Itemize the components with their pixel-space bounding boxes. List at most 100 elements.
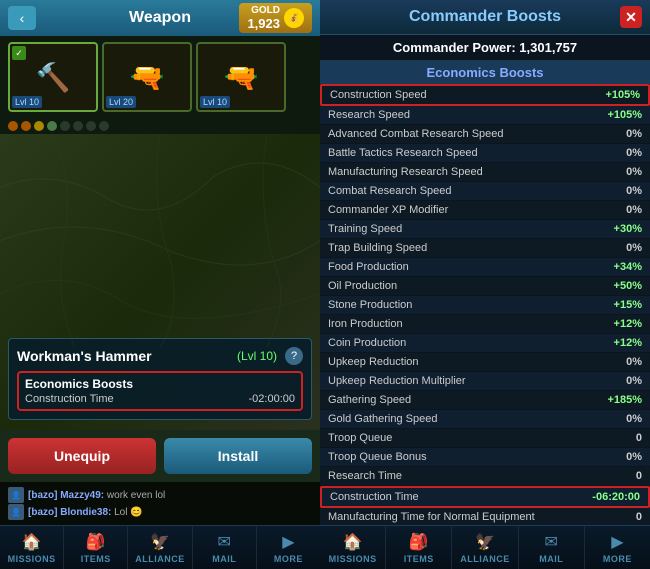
- dot-3: [34, 121, 44, 131]
- right-nav-more[interactable]: ▶ MORE: [585, 526, 650, 569]
- economics-rows-container: Construction Speed +105% Research Speed …: [320, 84, 650, 525]
- boost-value-econ-9: +34%: [614, 261, 642, 273]
- boost-name-econ-22: Manufacturing Time for Normal Equipment: [328, 511, 535, 523]
- help-button[interactable]: ?: [285, 347, 303, 365]
- boost-value-econ-21: -06:20:00: [592, 491, 640, 503]
- right-bottom-nav: 🏠 MISSIONS 🎒 ITEMS 🦅 ALLIANCE ✉ MAIL ▶ M…: [320, 525, 650, 569]
- right-items-label: ITEMS: [404, 554, 434, 564]
- boost-name-econ-7: Training Speed: [328, 223, 402, 235]
- right-nav-mail[interactable]: ✉ MAIL: [519, 526, 585, 569]
- chat-text-1: [bazo] Mazzy49: work even lol: [28, 490, 165, 501]
- construction-value: -02:00:00: [249, 393, 295, 405]
- chat-message-1: 👤 [bazo] Mazzy49: work even lol: [8, 487, 312, 503]
- right-missions-label: MISSIONS: [329, 554, 377, 564]
- mail-label: MAIL: [212, 554, 236, 564]
- boost-name-econ-20: Research Time: [328, 470, 402, 482]
- more-label: MORE: [274, 554, 303, 564]
- weapon-slot-3[interactable]: 🔫 Lvl 10: [196, 42, 286, 112]
- construction-label: Construction Time: [25, 393, 114, 405]
- unequip-button[interactable]: Unequip: [8, 438, 156, 474]
- nav-missions[interactable]: 🏠 MISSIONS: [0, 526, 64, 569]
- boost-name-econ-3: Battle Tactics Research Speed: [328, 147, 478, 159]
- economics-boost-row-18: Troop Queue 0: [320, 429, 650, 448]
- weapon-image-2: 🔫: [130, 61, 165, 94]
- boost-value-econ-15: 0%: [626, 375, 642, 387]
- items-label: ITEMS: [81, 554, 111, 564]
- dot-2: [21, 121, 31, 131]
- items-icon: 🎒: [86, 532, 106, 552]
- dots-row: [0, 118, 320, 134]
- right-panel: Commander Boosts ✕ Commander Power: 1,30…: [320, 0, 650, 569]
- missions-icon: 🏠: [22, 532, 42, 552]
- economics-boost-row-22: Manufacturing Time for Normal Equipment …: [320, 508, 650, 525]
- nav-alliance[interactable]: 🦅 ALLIANCE: [128, 526, 192, 569]
- economics-boost-row-20: Research Time 0: [320, 467, 650, 486]
- economics-boost-row-0: Construction Speed +105%: [320, 84, 650, 106]
- boost-name-econ-4: Manufacturing Research Speed: [328, 166, 483, 178]
- alliance-label: ALLIANCE: [135, 554, 185, 564]
- right-mail-icon: ✉: [545, 532, 558, 552]
- alliance-icon: 🦅: [150, 532, 170, 552]
- right-nav-missions[interactable]: 🏠 MISSIONS: [320, 526, 386, 569]
- boost-value-econ-20: 0: [636, 470, 642, 482]
- economics-boost-row-12: Iron Production +12%: [320, 315, 650, 334]
- weapon-level-1: Lvl 10: [12, 96, 42, 108]
- boost-value-econ-18: 0: [636, 432, 642, 444]
- nav-mail[interactable]: ✉ MAIL: [193, 526, 257, 569]
- economics-boost-row-17: Gold Gathering Speed 0%: [320, 410, 650, 429]
- boost-name-econ-8: Trap Building Speed: [328, 242, 427, 254]
- boost-name-econ-9: Food Production: [328, 261, 409, 273]
- nav-items[interactable]: 🎒 ITEMS: [64, 526, 128, 569]
- boost-value-econ-19: 0%: [626, 451, 642, 463]
- map-area: Workman's Hammer (Lvl 10) ? Economics Bo…: [0, 134, 320, 430]
- chat-msg-1: work even lol: [107, 490, 165, 501]
- weapon-slot-2[interactable]: 🔫 Lvl 20: [102, 42, 192, 112]
- boost-name-econ-15: Upkeep Reduction Multiplier: [328, 375, 466, 387]
- map-svg: [0, 134, 320, 347]
- economics-boost-row-7: Training Speed +30%: [320, 220, 650, 239]
- boost-name-econ-17: Gold Gathering Speed: [328, 413, 437, 425]
- gold-amount: 1,923: [247, 16, 280, 31]
- weapon-slot-1[interactable]: ✓ 🔨 Lvl 10: [8, 42, 98, 112]
- weapon-info-card: Workman's Hammer (Lvl 10) ? Economics Bo…: [8, 338, 312, 420]
- economics-boost-row-14: Upkeep Reduction 0%: [320, 353, 650, 372]
- economics-boost-row-13: Coin Production +12%: [320, 334, 650, 353]
- back-button[interactable]: ‹: [8, 6, 36, 30]
- economics-boost-row-9: Food Production +34%: [320, 258, 650, 277]
- right-nav-alliance[interactable]: 🦅 ALLIANCE: [452, 526, 518, 569]
- weapon-check-1: ✓: [12, 46, 26, 60]
- right-alliance-label: ALLIANCE: [460, 554, 510, 564]
- right-nav-items[interactable]: 🎒 ITEMS: [386, 526, 452, 569]
- economics-boost-row-8: Trap Building Speed 0%: [320, 239, 650, 258]
- chat-message-2: 👤 [bazo] Blondie38: Lol 😊: [8, 504, 312, 520]
- weapon-level-3: Lvl 10: [200, 96, 230, 108]
- gold-icon: 💰: [284, 8, 304, 28]
- economics-boost-row-15: Upkeep Reduction Multiplier 0%: [320, 372, 650, 391]
- boost-value-econ-14: 0%: [626, 356, 642, 368]
- boost-name-econ-10: Oil Production: [328, 280, 397, 292]
- missions-label: MISSIONS: [8, 554, 56, 564]
- economics-boost-row-10: Oil Production +50%: [320, 277, 650, 296]
- economics-title: Economics Boosts: [25, 377, 295, 391]
- boost-value-econ-12: +12%: [614, 318, 642, 330]
- boost-name-econ-13: Coin Production: [328, 337, 406, 349]
- nav-more[interactable]: ▶ MORE: [257, 526, 320, 569]
- commander-power: Commander Power: 1,301,757: [320, 35, 650, 61]
- construction-row: Construction Time -02:00:00: [25, 393, 295, 405]
- boost-value-econ-22: 0: [636, 511, 642, 523]
- economics-boost-row-16: Gathering Speed +185%: [320, 391, 650, 410]
- dot-8: [99, 121, 109, 131]
- dot-1: [8, 121, 18, 131]
- boost-list: Economics Boosts Construction Speed +105…: [320, 61, 650, 525]
- chat-area: 👤 [bazo] Mazzy49: work even lol 👤 [bazo]…: [0, 482, 320, 525]
- chat-text-2: [bazo] Blondie38: Lol 😊: [28, 507, 143, 518]
- economics-boosts-header: Economics Boosts: [320, 61, 650, 84]
- boost-value-econ-10: +50%: [614, 280, 642, 292]
- boost-name-econ-16: Gathering Speed: [328, 394, 411, 406]
- left-header: ‹ Weapon GOLD 1,923 💰: [0, 0, 320, 36]
- boost-name-econ-11: Stone Production: [328, 299, 412, 311]
- economics-boost-row-6: Commander XP Modifier 0%: [320, 201, 650, 220]
- close-button[interactable]: ✕: [620, 6, 642, 28]
- install-button[interactable]: Install: [164, 438, 312, 474]
- boost-value-econ-11: +15%: [614, 299, 642, 311]
